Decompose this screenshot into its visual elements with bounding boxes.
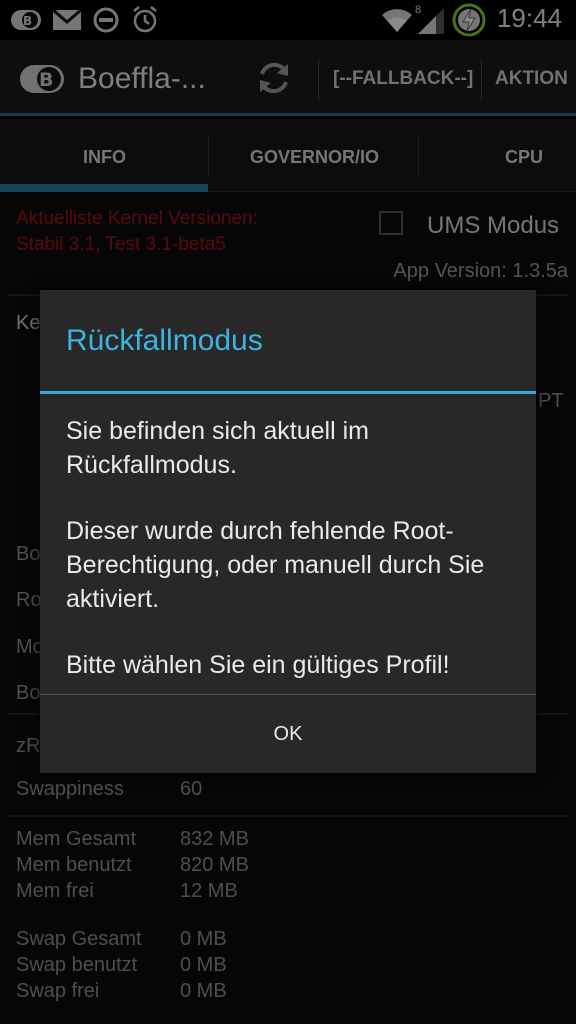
fallback-dialog: Rückfallmodus Sie befinden sich aktuell … bbox=[40, 290, 536, 773]
dialog-message-2: Dieser wurde durch fehlende Root-Berecht… bbox=[66, 517, 485, 613]
dialog-title: Rückfallmodus bbox=[66, 324, 263, 357]
dialog-message-1: Sie befinden sich aktuell im Rückfallmod… bbox=[66, 417, 369, 479]
dialog-message-3: Bitte wählen Sie ein gültiges Profil! bbox=[66, 651, 450, 679]
ok-button[interactable]: OK bbox=[40, 695, 536, 773]
dialog-title-divider bbox=[40, 391, 536, 394]
